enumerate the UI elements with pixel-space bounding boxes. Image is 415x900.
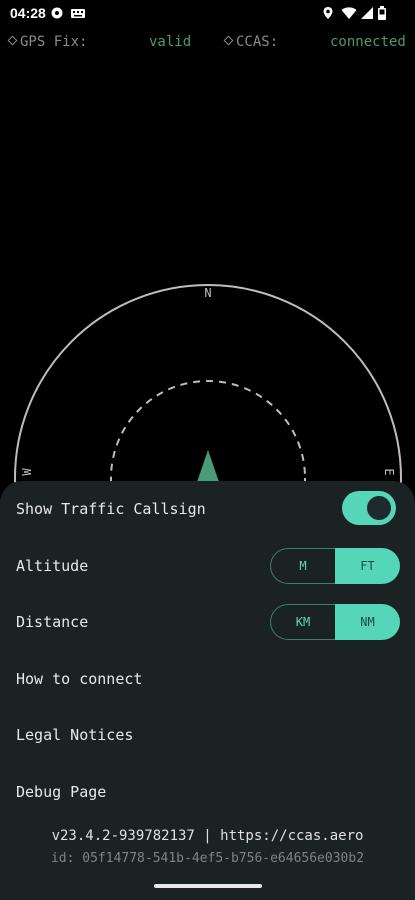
diamond-icon xyxy=(7,35,18,46)
signal-icon xyxy=(360,6,374,20)
battery-icon xyxy=(377,6,387,20)
how-to-connect-item[interactable]: How to connect xyxy=(16,670,142,688)
show-callsign-label: Show Traffic Callsign xyxy=(16,500,206,518)
gps-fix-value: valid xyxy=(149,34,192,50)
altitude-unit-selector: M FT xyxy=(270,548,400,584)
distance-label: Distance xyxy=(16,613,89,631)
distance-km-option[interactable]: KM xyxy=(270,604,335,640)
status-time: 04:28 xyxy=(10,5,46,21)
distance-nm-option[interactable]: NM xyxy=(335,604,400,640)
ownship-arrow-icon xyxy=(197,450,219,482)
settings-gear-icon xyxy=(50,6,64,20)
location-pin-icon xyxy=(321,6,335,20)
ccas-label: CCAS: xyxy=(223,34,278,52)
east-marker: E xyxy=(382,468,396,475)
radar-display: N W E xyxy=(14,284,402,500)
north-marker: N xyxy=(204,286,211,300)
diamond-icon xyxy=(223,35,234,46)
wifi-icon xyxy=(341,6,357,20)
gps-fix-label: GPS Fix: xyxy=(7,34,87,52)
legal-notices-item[interactable]: Legal Notices xyxy=(16,726,133,744)
keyboard-icon xyxy=(70,6,86,20)
ccas-value: connected xyxy=(330,34,406,50)
gesture-handle[interactable] xyxy=(154,884,262,888)
altitude-ft-option[interactable]: FT xyxy=(335,548,400,584)
status-bar: 04:28 xyxy=(0,0,415,28)
distance-unit-selector: KM NM xyxy=(270,604,400,640)
debug-page-item[interactable]: Debug Page xyxy=(16,783,106,801)
altitude-m-option[interactable]: M xyxy=(270,548,335,584)
west-marker: W xyxy=(20,468,34,476)
show-callsign-toggle[interactable] xyxy=(342,491,396,525)
altitude-label: Altitude xyxy=(16,557,89,575)
device-id: id: 05f14778-541b-4ef5-b756-e64656e030b2 xyxy=(50,851,365,866)
version-info: v23.4.2-939782137 | https://ccas.aero xyxy=(51,828,364,844)
toggle-knob xyxy=(367,496,391,520)
